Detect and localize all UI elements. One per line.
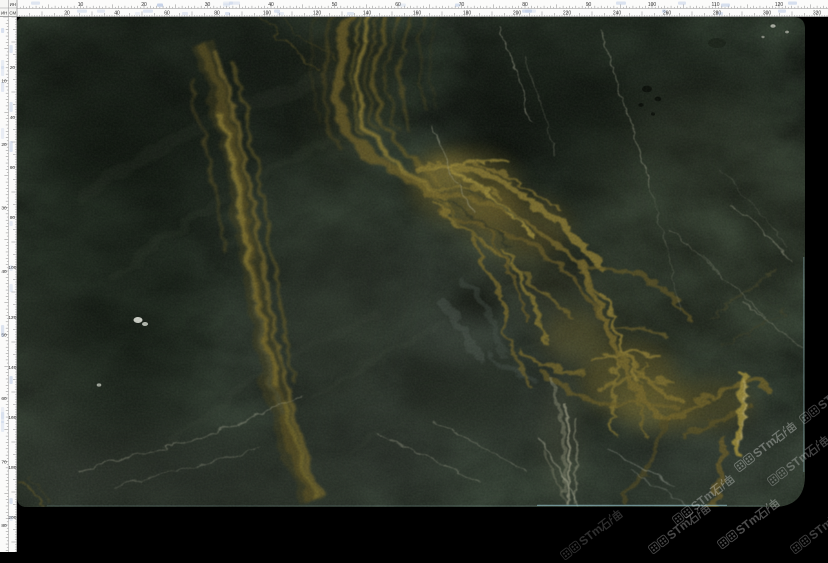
svg-text:СМ: СМ [9, 11, 16, 16]
svg-text:20: 20 [1, 142, 7, 148]
svg-text:300: 300 [763, 11, 772, 17]
svg-text:40: 40 [268, 2, 274, 8]
svg-text:120: 120 [313, 11, 322, 17]
svg-text:80: 80 [214, 11, 220, 17]
svg-text:160: 160 [413, 11, 422, 17]
svg-text:40: 40 [1, 269, 7, 275]
svg-text:180: 180 [8, 465, 16, 471]
svg-text:100: 100 [648, 2, 657, 8]
svg-text:60: 60 [1, 396, 7, 402]
svg-text:20: 20 [64, 11, 70, 17]
svg-text:320: 320 [813, 11, 822, 17]
svg-text:140: 140 [8, 365, 16, 371]
svg-text:90: 90 [586, 2, 592, 8]
svg-text:ИН: ИН [1, 11, 7, 16]
svg-text:20: 20 [10, 65, 16, 71]
svg-text:80: 80 [10, 215, 16, 221]
svg-text:220: 220 [563, 11, 572, 17]
svg-text:ИН: ИН [10, 2, 16, 7]
svg-text:80: 80 [522, 2, 528, 8]
svg-text:240: 240 [613, 11, 622, 17]
svg-text:30: 30 [205, 2, 211, 8]
svg-text:10: 10 [78, 2, 84, 8]
svg-text:30: 30 [1, 205, 7, 211]
svg-text:20: 20 [141, 2, 147, 8]
svg-text:40: 40 [114, 11, 120, 17]
svg-text:60: 60 [164, 11, 170, 17]
svg-text:40: 40 [10, 115, 16, 121]
svg-text:60: 60 [10, 165, 16, 171]
svg-text:80: 80 [1, 523, 7, 529]
svg-text:180: 180 [463, 11, 472, 17]
svg-text:120: 120 [8, 315, 16, 321]
svg-text:110: 110 [712, 2, 720, 8]
svg-text:50: 50 [332, 2, 338, 8]
svg-text:140: 140 [363, 11, 372, 17]
svg-text:120: 120 [775, 2, 784, 8]
svg-text:70: 70 [1, 459, 7, 465]
svg-text:200: 200 [513, 11, 522, 17]
svg-text:160: 160 [8, 415, 16, 421]
svg-text:100: 100 [263, 11, 272, 17]
